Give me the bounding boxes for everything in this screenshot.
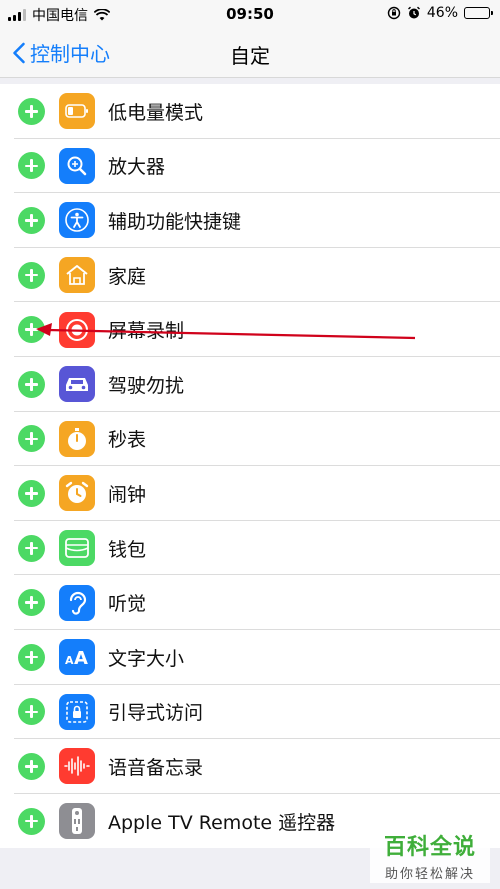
item-label: 引导式访问 bbox=[108, 702, 204, 725]
add-control-button[interactable] bbox=[18, 752, 45, 780]
watermark: 百科全说 助你轻松解决 bbox=[370, 825, 490, 883]
item-label: 驾驶勿扰 bbox=[108, 374, 185, 397]
alarm-clock-icon bbox=[59, 475, 95, 512]
item-label: 低电量模式 bbox=[108, 101, 204, 124]
item-label: 秒表 bbox=[108, 429, 147, 452]
item-label: 辅助功能快捷键 bbox=[108, 210, 242, 233]
screen-record-icon bbox=[59, 311, 95, 348]
guided-access-icon bbox=[59, 693, 95, 730]
list-item: 引导式访问 bbox=[0, 685, 500, 740]
svg-text:A: A bbox=[65, 654, 74, 667]
list-item: AA 文字大小 bbox=[0, 630, 500, 685]
add-control-button[interactable] bbox=[18, 807, 45, 835]
status-bar: 中国电信 09:50 46% bbox=[0, 0, 500, 28]
list-item: 家庭 bbox=[0, 248, 500, 303]
orientation-lock-icon bbox=[387, 6, 401, 20]
item-label: 听觉 bbox=[108, 593, 147, 616]
add-control-button[interactable] bbox=[18, 425, 45, 453]
status-right: 46% bbox=[387, 5, 493, 21]
more-controls-list: 低电量模式 放大器 辅助功能快捷键 家庭 屏幕录制 驾驶勿扰 秒表 闹钟 钱包 … bbox=[0, 84, 500, 849]
page-title: 自定 bbox=[230, 44, 270, 68]
item-label: 钱包 bbox=[108, 538, 147, 561]
add-control-button[interactable] bbox=[18, 643, 45, 671]
add-control-button[interactable] bbox=[18, 97, 45, 125]
ear-icon bbox=[59, 584, 95, 621]
car-icon bbox=[59, 366, 95, 403]
stopwatch-icon bbox=[59, 420, 95, 457]
magnifier-icon bbox=[59, 147, 95, 184]
svg-text:A: A bbox=[74, 648, 88, 667]
add-control-button[interactable] bbox=[18, 479, 45, 507]
list-item: 听觉 bbox=[0, 575, 500, 630]
battery-icon bbox=[59, 93, 95, 130]
list-item: 屏幕录制 bbox=[0, 302, 500, 357]
list-item: 钱包 bbox=[0, 521, 500, 576]
voice-memo-icon bbox=[59, 748, 95, 785]
watermark-subtitle: 助你轻松解决 bbox=[384, 867, 475, 882]
item-label: 家庭 bbox=[108, 265, 147, 288]
item-label: 闹钟 bbox=[108, 483, 147, 506]
list-item: 放大器 bbox=[0, 139, 500, 194]
add-control-button[interactable] bbox=[18, 534, 45, 562]
list-item: 低电量模式 bbox=[0, 84, 500, 139]
navigation-bar: 控制中心 自定 bbox=[0, 28, 500, 78]
watermark-title: 百科全说 bbox=[383, 835, 476, 860]
text-size-icon: AA bbox=[59, 639, 95, 676]
add-control-button[interactable] bbox=[18, 698, 45, 726]
wallet-icon bbox=[59, 530, 95, 567]
list-item: 辅助功能快捷键 bbox=[0, 193, 500, 248]
add-control-button[interactable] bbox=[18, 316, 45, 344]
add-control-button[interactable] bbox=[18, 589, 45, 617]
accessibility-icon bbox=[59, 202, 95, 239]
item-label: 文字大小 bbox=[108, 647, 185, 670]
list-item: 驾驶勿扰 bbox=[0, 357, 500, 412]
battery-icon bbox=[464, 7, 493, 19]
item-label: Apple TV Remote 遥控器 bbox=[108, 811, 336, 834]
add-control-button[interactable] bbox=[18, 261, 45, 289]
list-item: 秒表 bbox=[0, 412, 500, 467]
tv-remote-icon bbox=[59, 803, 95, 840]
alarm-status-icon bbox=[407, 6, 420, 19]
item-label: 语音备忘录 bbox=[108, 756, 204, 779]
list-item: 闹钟 bbox=[0, 466, 500, 521]
item-label: 屏幕录制 bbox=[108, 320, 185, 343]
list-item: 语音备忘录 bbox=[0, 739, 500, 794]
add-control-button[interactable] bbox=[18, 152, 45, 180]
add-control-button[interactable] bbox=[18, 370, 45, 398]
battery-percent: 46% bbox=[426, 5, 458, 21]
add-control-button[interactable] bbox=[18, 206, 45, 234]
home-icon bbox=[59, 257, 95, 294]
item-label: 放大器 bbox=[108, 156, 166, 179]
